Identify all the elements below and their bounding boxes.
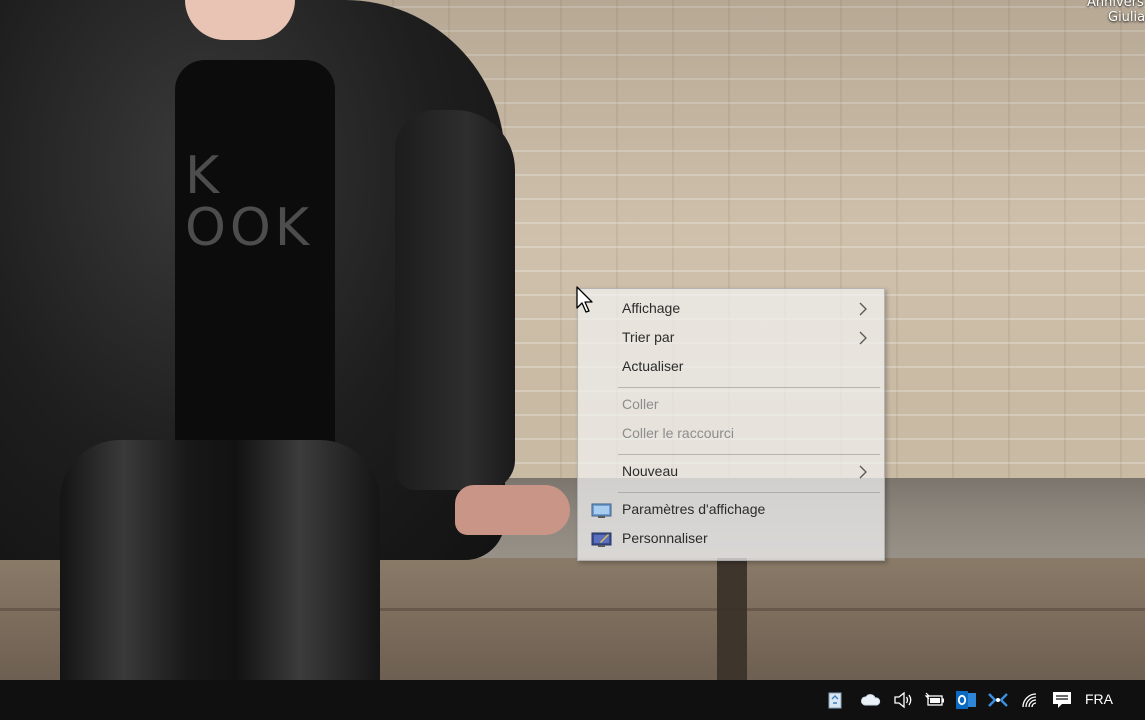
wallpaper-legs [60,440,380,680]
desktop-icon-label[interactable]: Annivers [1087,0,1144,10]
personalize-icon [591,532,612,547]
menu-item-label: Paramètres d'affichage [622,501,766,517]
menu-item-label: Coller le raccourci [622,425,735,441]
wallpaper-hand [455,485,570,535]
menu-item-personalize[interactable]: Personnaliser [578,525,884,554]
menu-item-refresh[interactable]: Actualiser [578,353,884,382]
wallpaper-person: K OOK [0,0,600,680]
wifi-icon[interactable] [1019,690,1041,710]
desktop-context-menu: Affichage Trier par Actualiser Coller Co… [577,288,885,561]
language-indicator[interactable]: FRA [1085,691,1113,707]
menu-item-paste-shortcut[interactable]: Coller le raccourci [578,420,884,449]
outlook-icon[interactable] [955,690,977,710]
recycle-bin-icon[interactable] [824,690,846,710]
menu-separator [618,492,880,493]
onedrive-cloud-icon[interactable] [860,690,882,710]
chevron-right-icon [859,465,867,479]
menu-separator [618,387,880,388]
menu-item-label: Affichage [622,300,681,316]
wallpaper-sleeve [395,110,515,490]
wallpaper-bench-gap [717,558,747,680]
menu-item-view[interactable]: Affichage [578,295,884,324]
battery-icon[interactable] [923,690,945,710]
menu-item-label: Personnaliser [622,530,708,546]
chevron-right-icon [859,302,867,316]
desktop-wallpaper[interactable]: K OOK Annivers Giulia [0,0,1145,680]
display-settings-icon [591,503,612,518]
volume-icon[interactable] [892,690,914,710]
chevron-right-icon [859,331,867,345]
menu-item-paste[interactable]: Coller [578,391,884,420]
menu-item-new[interactable]: Nouveau [578,458,884,487]
menu-item-sort-by[interactable]: Trier par [578,324,884,353]
menu-item-display-settings[interactable]: Paramètres d'affichage [578,496,884,525]
wallpaper-shirt-print: K OOK [185,146,313,258]
action-center-icon[interactable] [1051,690,1073,710]
menu-item-label: Nouveau [622,463,679,479]
taskbar: FRA [0,680,1145,720]
mouse-cursor-icon [576,286,593,313]
menu-item-label: Trier par [622,329,675,345]
menu-item-label: Coller [622,396,659,412]
desktop-icon-label[interactable]: Giulia [1108,10,1145,25]
menu-item-label: Actualiser [622,358,684,374]
menu-separator [618,454,880,455]
network-share-icon[interactable] [987,690,1009,710]
